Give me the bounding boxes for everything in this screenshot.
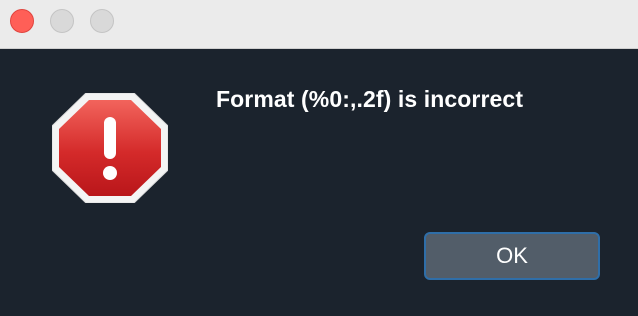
stop-alert-icon bbox=[51, 92, 169, 204]
alert-message: Format (%0:,.2f) is incorrect bbox=[216, 86, 524, 112]
ok-button[interactable]: OK bbox=[424, 232, 600, 280]
minimize-window-button[interactable] bbox=[50, 9, 74, 33]
alert-dialog-window: Format (%0:,.2f) is incorrect OK bbox=[0, 0, 638, 316]
close-window-button[interactable] bbox=[10, 9, 34, 33]
zoom-window-button[interactable] bbox=[90, 9, 114, 33]
title-bar bbox=[0, 0, 638, 49]
